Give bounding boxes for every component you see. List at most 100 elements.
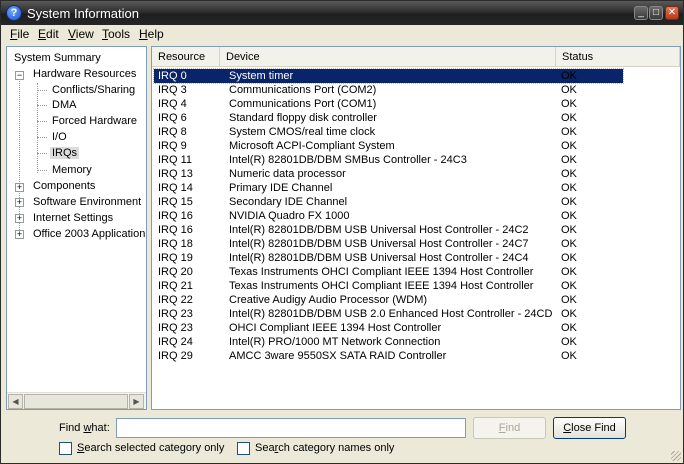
table-row[interactable]: IRQ 19 Intel(R) 82801DB/DBM USB Universal… [154,251,623,265]
cell-status: OK [561,238,577,250]
cell-resource: IRQ 3 [158,84,187,96]
cell-device: Intel(R) 82801DB/DBM USB Universal Host … [229,252,529,264]
column-header-device[interactable]: Device [220,47,556,67]
tree-item-io[interactable]: I/O [52,130,67,144]
cell-status: OK [561,196,577,208]
close-find-button[interactable]: Close Find [553,417,626,439]
tree-connector [37,90,47,91]
table-row[interactable]: IRQ 21 Texas Instruments OHCI Compliant I… [154,279,623,293]
cell-resource: IRQ 6 [158,112,187,124]
cell-resource: IRQ 14 [158,182,193,194]
menu-file[interactable]: File [10,27,29,41]
menu-file-label: ile [17,27,30,41]
table-row[interactable]: IRQ 11 Intel(R) 82801DB/DBM SMBus Control… [154,153,623,167]
find-label-post: hat: [91,422,110,434]
table-row[interactable]: IRQ 4 Communications Port (COM1) OK [154,97,623,111]
tree-item-hardware-resources[interactable]: Hardware Resources [33,67,136,81]
menu-view-label: iew [75,27,94,41]
tree-item-label: Components [33,180,96,192]
window-title: System Information [27,6,139,21]
table-row[interactable]: IRQ 8 System CMOS/real time clock OK [154,125,623,139]
table-row[interactable]: IRQ 29 AMCC 3ware 9550SX SATA RAID Contro… [154,349,623,363]
table-row[interactable]: IRQ 16 Intel(R) 82801DB/DBM USB Universal… [154,223,623,237]
checkbox-label[interactable]: Search selected category only [77,442,224,454]
table-row[interactable]: IRQ 6 Standard floppy disk controller OK [154,111,623,125]
menu-edit-mnemonic: E [38,27,47,41]
table-row[interactable]: IRQ 22 Creative Audigy Audio Processor (W… [154,293,623,307]
table-row[interactable]: IRQ 20 Texas Instruments OHCI Compliant I… [154,265,623,279]
cell-status: OK [561,280,577,292]
find-what-input[interactable] [116,418,466,438]
tree-item-components[interactable]: Components [33,179,95,193]
cell-device: System CMOS/real time clock [229,126,376,138]
column-header-resource[interactable]: Resource [152,47,220,67]
question-help-icon[interactable]: ? [6,5,22,21]
cell-status: OK [561,140,577,152]
tree-item-memory[interactable]: Memory [52,163,92,177]
cell-status: OK [561,294,577,306]
title-bar[interactable]: ? System Information _ □ ✕ [1,1,683,25]
checkbox-box[interactable] [59,442,72,455]
expand-icon[interactable]: + [15,230,24,239]
scrollbar-thumb[interactable] [24,394,128,409]
table-row[interactable]: IRQ 23 OHCI Compliant IEEE 1394 Host Cont… [154,321,623,335]
checkbox-box[interactable] [237,442,250,455]
tree-item-software-environment[interactable]: Software Environment [33,195,141,209]
menu-edit[interactable]: Edit [38,27,59,41]
details-list[interactable]: Resource Device Status IRQ 0 System timer… [151,46,681,410]
scroll-right-icon[interactable]: ▶ [129,394,144,409]
table-row[interactable]: IRQ 16 NVIDIA Quadro FX 1000 OK [154,209,623,223]
menu-tools[interactable]: Tools [102,27,130,41]
cell-device: Intel(R) 82801DB/DBM USB Universal Host … [229,224,529,236]
expand-icon[interactable]: + [15,214,24,223]
checkbox-label[interactable]: Search category names only [255,442,394,454]
tree-item-internet-settings[interactable]: Internet Settings [33,211,113,225]
table-row[interactable]: IRQ 15 Secondary IDE Channel OK [154,195,623,209]
find-label-pre: Find [59,422,84,434]
table-row[interactable]: IRQ 24 Intel(R) PRO/1000 MT Network Conne… [154,335,623,349]
tree-item-label: Office 2003 Applications [33,228,147,240]
tree-item-system-summary[interactable]: System Summary [14,51,101,65]
table-row[interactable]: IRQ 13 Numeric data processor OK [154,167,623,181]
collapse-icon[interactable]: − [15,71,24,80]
cell-resource: IRQ 23 [158,308,193,320]
tree-connector [37,170,47,171]
expand-icon[interactable]: + [15,198,24,207]
menu-help-label: elp [147,27,164,41]
table-row[interactable]: IRQ 18 Intel(R) 82801DB/DBM USB Universal… [154,237,623,251]
menu-view[interactable]: View [68,27,94,41]
tree-horizontal-scrollbar[interactable]: ◀ ▶ [7,392,146,409]
maximize-button[interactable]: □ [649,6,663,20]
close-button[interactable]: ✕ [665,6,679,20]
cell-device: AMCC 3ware 9550SX SATA RAID Controller [229,350,447,362]
table-row[interactable]: IRQ 3 Communications Port (COM2) OK [154,83,623,97]
cell-resource: IRQ 0 [158,70,187,82]
table-row[interactable]: IRQ 23 Intel(R) 82801DB/DBM USB 2.0 Enhan… [154,307,623,321]
tree-item-label: I/O [52,131,67,143]
cell-device: Secondary IDE Channel [229,196,348,208]
cell-device: Intel(R) 82801DB/DBM USB 2.0 Enhanced Ho… [229,308,553,320]
find-button[interactable]: Find [473,417,546,439]
resize-grip-icon[interactable] [671,451,681,461]
menu-help[interactable]: Help [139,27,164,41]
table-row[interactable]: IRQ 9 Microsoft ACPI-Compliant System OK [154,139,623,153]
tree-item-irqs[interactable]: IRQs [50,146,80,160]
tree-item-label: Conflicts/Sharing [52,84,136,96]
tree-item-dma[interactable]: DMA [52,98,76,112]
scroll-left-icon[interactable]: ◀ [8,394,23,409]
cell-resource: IRQ 16 [158,210,193,222]
column-header-status[interactable]: Status [556,47,680,67]
check2-label: ch category names only [278,442,395,454]
tree-item-label: Memory [52,164,92,176]
expand-icon[interactable]: + [15,183,24,192]
close-find-label: lose Find [571,422,616,434]
table-row[interactable]: IRQ 14 Primary IDE Channel OK [154,181,623,195]
category-tree[interactable]: System Summary − Hardware Resources Conf… [6,46,147,410]
table-row[interactable]: IRQ 0 System timer OK [153,68,624,84]
tree-item-conflicts-sharing[interactable]: Conflicts/Sharing [52,83,135,97]
tree-item-office-2003-applications[interactable]: Office 2003 Applications [33,227,147,241]
tree-connector [37,137,47,138]
tree-item-forced-hardware[interactable]: Forced Hardware [52,114,137,128]
cell-status: OK [561,70,577,82]
minimize-button[interactable]: _ [634,6,648,20]
